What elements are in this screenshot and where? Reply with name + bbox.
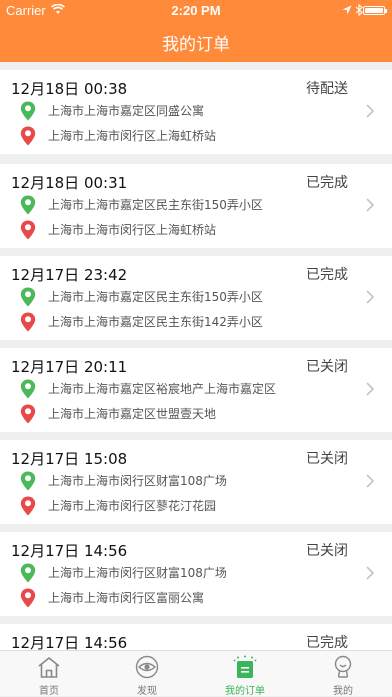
dropoff-address-row: 上海市上海市闵行区上海虹桥站	[20, 219, 350, 241]
tab-home-label: 首页	[39, 686, 59, 697]
dropoff-address: 上海市上海市嘉定区民主东街142弄小区	[48, 315, 263, 329]
order-card[interactable]: 12月17日 23:42 已完成上海市上海市嘉定区民主东街150弄小区 上海市上海市…	[0, 256, 392, 340]
order-status: 已关闭	[306, 359, 348, 375]
order-time: 12月17日 20:11	[11, 358, 128, 376]
pickup-address-row: 上海市上海市嘉定区民主东街150弄小区	[20, 194, 350, 216]
nav-header: Carrier 2:20 PM 我的订单	[0, 0, 392, 62]
order-time: 12月17日 14:56	[11, 634, 128, 650]
page-title: 我的订单	[162, 35, 230, 55]
chevron-right-icon[interactable]	[366, 566, 374, 580]
order-card[interactable]: 12月18日 00:31 已完成上海市上海市嘉定区民主东街150弄小区 上海市上海市…	[0, 164, 392, 248]
order-time: 12月17日 15:08	[11, 450, 128, 468]
tab-profile-label: 我的	[333, 686, 353, 697]
order-card[interactable]: 12月17日 14:56 已完成	[0, 624, 392, 650]
end-location-pin-icon	[20, 588, 36, 608]
dropoff-address: 上海市上海市闵行区上海虹桥站	[48, 129, 217, 143]
start-location-pin-icon	[20, 563, 36, 583]
tab-bar: 首页 发现 我的订单 我的	[0, 650, 392, 697]
pickup-address-row: 上海市上海市闵行区财富108广场	[20, 562, 350, 584]
chevron-right-icon[interactable]	[366, 198, 374, 212]
chevron-right-icon[interactable]	[366, 474, 374, 488]
end-location-pin-icon	[20, 496, 36, 516]
pickup-address: 上海市上海市闵行区财富108广场	[48, 474, 227, 488]
dropoff-address: 上海市上海市闵行区蓼花汀花园	[48, 499, 217, 513]
pickup-address: 上海市上海市嘉定区民主东街150弄小区	[48, 198, 263, 212]
order-status: 已完成	[306, 635, 348, 650]
start-location-pin-icon	[20, 195, 36, 215]
pickup-address-row: 上海市上海市嘉定区民主东街150弄小区	[20, 286, 350, 308]
order-time: 12月18日 00:38	[11, 80, 128, 98]
dropoff-address: 上海市上海市闵行区上海虹桥站	[48, 223, 217, 237]
profile-icon	[334, 655, 352, 678]
status-bar: Carrier 2:20 PM	[0, 0, 392, 20]
dropoff-address-row: 上海市上海市嘉定区民主东街142弄小区	[20, 311, 350, 333]
order-status: 已关闭	[306, 543, 348, 559]
battery-icon	[363, 6, 387, 15]
dropoff-address-row: 上海市上海市闵行区蓼花汀花园	[20, 495, 350, 517]
pickup-address-row: 上海市上海市嘉定区裕宸地产上海市嘉定区	[20, 378, 350, 400]
tab-my-orders[interactable]: 我的订单	[196, 651, 294, 697]
orders-icon	[233, 655, 257, 678]
order-list[interactable]: 12月18日 00:38 待配送上海市上海市嘉定区同盛公寓 上海市上海市闵行区上海虹…	[0, 62, 392, 650]
bluetooth-icon	[355, 4, 363, 16]
eye-icon	[135, 655, 159, 679]
start-location-pin-icon	[20, 471, 36, 491]
order-time: 12月18日 00:31	[11, 174, 128, 192]
order-card[interactable]: 12月17日 15:08 已关闭上海市上海市闵行区财富108广场 上海市上海市闵行区…	[0, 440, 392, 524]
home-icon	[38, 656, 60, 678]
tab-profile[interactable]: 我的	[294, 651, 392, 697]
chevron-right-icon[interactable]	[366, 382, 374, 396]
location-arrow-icon	[342, 5, 352, 15]
start-location-pin-icon	[20, 287, 36, 307]
chevron-right-icon[interactable]	[366, 104, 374, 118]
dropoff-address-row: 上海市上海市嘉定区世盟壹天地	[20, 403, 350, 425]
end-location-pin-icon	[20, 220, 36, 240]
order-card[interactable]: 12月17日 14:56 已关闭上海市上海市闵行区财富108广场 上海市上海市闵行区…	[0, 532, 392, 616]
tab-my-orders-label: 我的订单	[225, 686, 265, 697]
pickup-address-row: 上海市上海市闵行区财富108广场	[20, 470, 350, 492]
status-time: 2:20 PM	[171, 3, 221, 18]
end-location-pin-icon	[20, 404, 36, 424]
start-location-pin-icon	[20, 101, 36, 121]
start-location-pin-icon	[20, 379, 36, 399]
order-status: 已关闭	[306, 451, 348, 467]
tab-home[interactable]: 首页	[0, 651, 98, 697]
tab-discover[interactable]: 发现	[98, 651, 196, 697]
order-card[interactable]: 12月18日 00:38 待配送上海市上海市嘉定区同盛公寓 上海市上海市闵行区上海虹…	[0, 70, 392, 154]
pickup-address: 上海市上海市嘉定区同盛公寓	[48, 104, 205, 118]
dropoff-address-row: 上海市上海市闵行区上海虹桥站	[20, 125, 350, 147]
chevron-right-icon[interactable]	[366, 290, 374, 304]
pickup-address: 上海市上海市嘉定区裕宸地产上海市嘉定区	[48, 382, 277, 396]
pickup-address: 上海市上海市嘉定区民主东街150弄小区	[48, 290, 263, 304]
order-card[interactable]: 12月17日 20:11 已关闭上海市上海市嘉定区裕宸地产上海市嘉定区 上海市上海市…	[0, 348, 392, 432]
tab-discover-label: 发现	[137, 686, 157, 697]
end-location-pin-icon	[20, 126, 36, 146]
pickup-address: 上海市上海市闵行区财富108广场	[48, 566, 227, 580]
dropoff-address: 上海市上海市嘉定区世盟壹天地	[48, 407, 217, 421]
order-status: 已完成	[306, 175, 348, 191]
order-status: 待配送	[306, 81, 348, 97]
order-time: 12月17日 23:42	[11, 266, 128, 284]
end-location-pin-icon	[20, 312, 36, 332]
dropoff-address: 上海市上海市闵行区富丽公寓	[48, 591, 205, 605]
pickup-address-row: 上海市上海市嘉定区同盛公寓	[20, 100, 350, 122]
dropoff-address-row: 上海市上海市闵行区富丽公寓	[20, 587, 350, 609]
order-time: 12月17日 14:56	[11, 542, 128, 560]
order-status: 已完成	[306, 267, 348, 283]
